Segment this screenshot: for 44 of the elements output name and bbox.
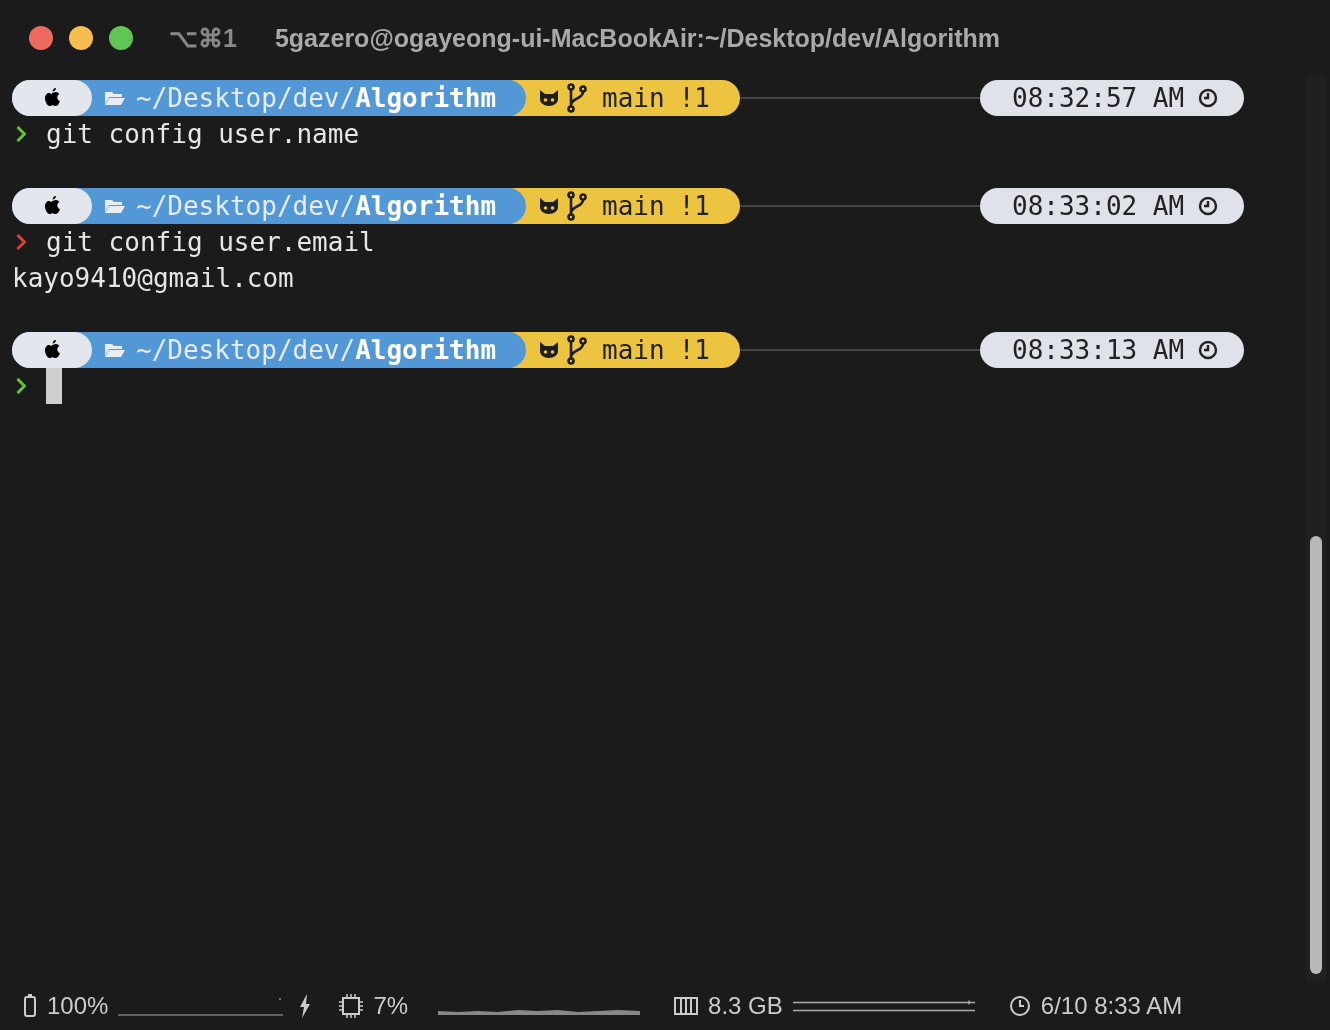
git-status: !1 bbox=[678, 83, 710, 113]
branch-name: main bbox=[602, 191, 665, 221]
prompt-time: 08:33:02 AM bbox=[1012, 191, 1185, 221]
scrollbar[interactable] bbox=[1306, 76, 1326, 982]
text-cursor bbox=[46, 368, 62, 404]
scrollbar-thumb[interactable] bbox=[1310, 536, 1322, 974]
command-output: kayo9410@gmail.com bbox=[12, 262, 295, 295]
date-time: 6/10 8:33 AM bbox=[1040, 992, 1183, 1020]
tab-shortcut: ⌥⌘1 bbox=[169, 23, 237, 53]
git-status: !1 bbox=[678, 191, 710, 221]
folder-icon bbox=[104, 90, 126, 106]
minimize-button[interactable] bbox=[69, 26, 93, 50]
window-title: 5gazero@ogayeong-ui-MacBookAir:~/Desktop/dev/Algorithm bbox=[274, 23, 1001, 53]
memory-usage: 8.3 GB bbox=[708, 992, 783, 1020]
branch-icon bbox=[566, 191, 589, 221]
command-text: git config user.email bbox=[46, 227, 375, 257]
cat-face-icon bbox=[538, 341, 561, 359]
zoom-button[interactable] bbox=[109, 26, 133, 50]
cpu-usage: 7% bbox=[373, 992, 409, 1020]
branch-icon bbox=[566, 83, 589, 113]
clock-icon bbox=[1008, 995, 1031, 1017]
branch-name: main bbox=[602, 335, 665, 365]
battery-level: 100% bbox=[47, 992, 109, 1020]
close-button[interactable] bbox=[29, 26, 53, 50]
clock-icon bbox=[1198, 88, 1219, 108]
git-status: !1 bbox=[678, 335, 710, 365]
cat-face-icon bbox=[538, 89, 561, 107]
folder-icon bbox=[104, 198, 126, 214]
directory-path: ~/Desktop/dev/Algorithm bbox=[136, 191, 497, 221]
prompt-time: 08:33:13 AM bbox=[1012, 335, 1185, 365]
branch-name: main bbox=[602, 83, 665, 113]
battery-icon bbox=[23, 994, 37, 1018]
directory-path: ~/Desktop/dev/Algorithm bbox=[136, 83, 497, 113]
folder-icon bbox=[104, 342, 126, 358]
clock-icon bbox=[1198, 340, 1219, 360]
lightning-icon bbox=[299, 994, 312, 1018]
directory-path: ~/Desktop/dev/Algorithm bbox=[136, 335, 497, 365]
branch-icon bbox=[566, 335, 589, 365]
prompt-time: 08:32:57 AM bbox=[1012, 83, 1185, 113]
clock-icon bbox=[1198, 196, 1219, 216]
memory-icon bbox=[674, 996, 699, 1016]
command-text: git config user.name bbox=[46, 119, 360, 149]
cpu-chip-icon bbox=[339, 994, 364, 1018]
cat-face-icon bbox=[538, 197, 561, 215]
